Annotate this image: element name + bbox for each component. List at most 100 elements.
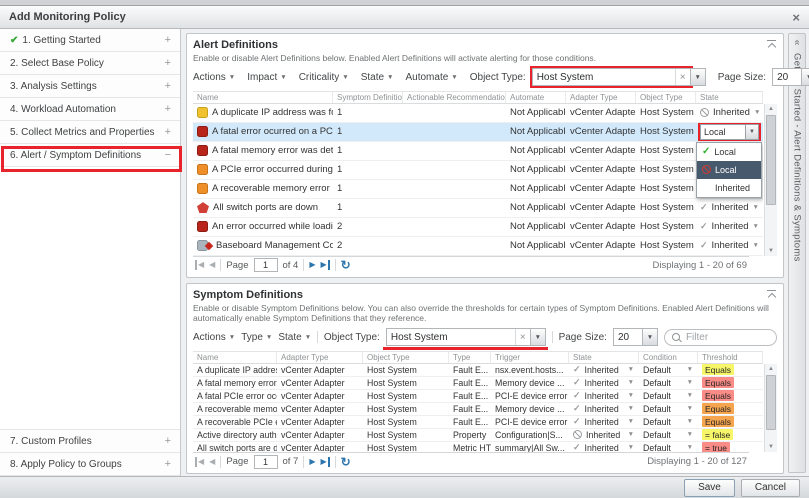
clear-icon[interactable]: ×	[675, 69, 690, 85]
chevron-down-icon[interactable]: ▼	[687, 392, 694, 399]
table-row[interactable]: An error occurred while loading VXL...2N…	[193, 218, 763, 237]
column-header-actionable-recommendations[interactable]: Actionable Recommendations	[403, 92, 506, 103]
expand-panel-icon[interactable]: «	[792, 40, 803, 46]
expander-icon[interactable]: +	[165, 57, 171, 69]
chevron-down-icon[interactable]: ▼	[687, 418, 694, 425]
prev-page-icon[interactable]: ◀	[209, 457, 215, 467]
chevron-down-icon[interactable]: ▼	[687, 366, 694, 373]
column-header-trigger[interactable]: Trigger	[491, 352, 569, 363]
last-page-icon[interactable]: ▶	[321, 260, 330, 270]
column-header-adapter-type[interactable]: Adapter Type	[566, 92, 636, 103]
chevron-down-icon[interactable]: ▼	[628, 444, 635, 451]
collapse-panel-icon[interactable]	[766, 290, 777, 300]
type-menu[interactable]: Type▼	[241, 332, 272, 343]
object-type-input[interactable]	[533, 69, 675, 85]
collapse-panel-icon[interactable]	[766, 40, 777, 50]
column-header-adapter-type[interactable]: Adapter Type	[277, 352, 363, 363]
dropdown-option-local[interactable]: Local	[697, 161, 761, 179]
combo-dropdown-button[interactable]: ▼	[531, 328, 546, 346]
column-header-threshold[interactable]: Threshold	[698, 352, 763, 363]
clear-icon[interactable]: ×	[515, 329, 530, 345]
dropdown-option-inherited[interactable]: Inherited	[697, 179, 761, 197]
table-row[interactable]: A duplicate IP addres...vCenter AdapterH…	[193, 364, 763, 377]
chevron-down-icon[interactable]: ▼	[628, 431, 635, 438]
scrollbar-thumb[interactable]	[766, 375, 776, 430]
expander-icon[interactable]: +	[165, 80, 171, 92]
sidebar-item----custom-profiles[interactable]: 7. Custom Profiles+	[0, 430, 180, 453]
sidebar-item----getting-started[interactable]: ✔1. Getting Started+	[0, 29, 180, 52]
table-row[interactable]: A duplicate IP address was found for...1…	[193, 104, 763, 123]
scroll-up-icon[interactable]: ▲	[765, 364, 777, 374]
table-row[interactable]: A fatal PCIe error occ...vCenter Adapter…	[193, 390, 763, 403]
state-menu[interactable]: State▼	[278, 332, 311, 343]
table-row[interactable]: A recoverable PCIe er...vCenter AdapterH…	[193, 416, 763, 429]
next-page-icon[interactable]: ▶	[309, 457, 315, 467]
state-menu[interactable]: State▼	[361, 72, 394, 83]
expander-icon[interactable]: +	[165, 34, 171, 46]
close-icon[interactable]: ×	[792, 11, 800, 24]
actions-menu[interactable]: Actions▼	[193, 332, 235, 343]
combo-dropdown-button[interactable]: ▼	[691, 68, 706, 86]
filter-box[interactable]: Filter	[664, 329, 777, 346]
criticality-menu[interactable]: Criticality▼	[299, 72, 349, 83]
sidebar-item----collect-metrics-and-properties[interactable]: 5. Collect Metrics and Properties+	[0, 121, 180, 144]
object-type-input[interactable]	[387, 329, 515, 345]
column-header-name[interactable]: Name	[193, 352, 277, 363]
actions-menu[interactable]: Actions▼	[193, 72, 235, 83]
next-page-icon[interactable]: ▶	[309, 260, 315, 270]
chevron-down-icon[interactable]: ▼	[628, 366, 635, 373]
combo-dropdown-button[interactable]: ▼	[643, 328, 658, 346]
scroll-up-icon[interactable]: ▲	[765, 104, 777, 114]
table-row[interactable]: A recoverable memory error has occ...1No…	[193, 180, 763, 199]
chevron-down-icon[interactable]: ▼	[687, 405, 694, 412]
scrollbar-thumb[interactable]	[766, 115, 776, 205]
column-header-state[interactable]: State	[569, 352, 639, 363]
table-row[interactable]: A PCIe error occurred during system...1N…	[193, 161, 763, 180]
expander-icon[interactable]: +	[165, 126, 171, 138]
table-row[interactable]: A fatal error ocurred on a PCIe bus d...…	[193, 123, 763, 142]
page-size-input[interactable]	[773, 69, 801, 85]
vertical-scrollbar[interactable]: ▲ ▼	[764, 104, 777, 256]
save-button[interactable]: Save	[684, 479, 735, 497]
refresh-icon[interactable]: ↻	[341, 259, 351, 271]
table-row[interactable]: Baseboard Management Control...2Not Appl…	[193, 237, 763, 256]
table-row[interactable]: A recoverable memor...vCenter AdapterHos…	[193, 403, 763, 416]
combo-dropdown-button[interactable]: ▼	[802, 68, 809, 86]
chevron-down-icon[interactable]: ▼	[753, 242, 760, 249]
chevron-down-icon[interactable]: ▼	[687, 379, 694, 386]
chevron-down-icon[interactable]: ▼	[628, 418, 635, 425]
chevron-down-icon[interactable]: ▼	[753, 204, 760, 211]
first-page-icon[interactable]: ◀	[195, 457, 204, 467]
column-header-name[interactable]: Name	[193, 92, 333, 103]
chevron-down-icon[interactable]: ▼	[754, 109, 761, 116]
column-header-type[interactable]: Type	[449, 352, 491, 363]
table-row[interactable]: All switch ports are do...vCenter Adapte…	[193, 442, 763, 452]
sidebar-item----apply-policy-to-groups[interactable]: 8. Apply Policy to Groups+	[0, 453, 180, 476]
expander-icon[interactable]: +	[165, 103, 171, 115]
refresh-icon[interactable]: ↻	[341, 456, 351, 468]
chevron-down-icon[interactable]: ▼	[753, 223, 760, 230]
first-page-icon[interactable]: ◀	[195, 260, 204, 270]
chevron-down-icon[interactable]: ▼	[628, 379, 635, 386]
combo-dropdown-button[interactable]: ▼	[745, 124, 759, 140]
table-row[interactable]: Active directory authe...vCenter Adapter…	[193, 429, 763, 442]
automate-menu[interactable]: Automate▼	[405, 72, 457, 83]
sidebar-item----workload-automation[interactable]: 4. Workload Automation+	[0, 98, 180, 121]
column-header-object-type[interactable]: Object Type	[363, 352, 449, 363]
expander-icon[interactable]: −	[165, 149, 171, 161]
table-row[interactable]: A fatal memory error o...vCenter Adapter…	[193, 377, 763, 390]
page-size-input[interactable]	[614, 329, 642, 345]
column-header-object-type[interactable]: Object Type	[636, 92, 696, 103]
expander-icon[interactable]: +	[165, 458, 171, 470]
dropdown-option-local[interactable]: ✓Local	[697, 143, 761, 161]
table-row[interactable]: All switch ports are down1Not Applicable…	[193, 199, 763, 218]
column-header-symptom-definitions[interactable]: Symptom Definitions	[333, 92, 403, 103]
impact-menu[interactable]: Impact▼	[247, 72, 286, 83]
last-page-icon[interactable]: ▶	[321, 457, 330, 467]
chevron-down-icon[interactable]: ▼	[687, 444, 694, 451]
sidebar-item----alert---symptom-definitions[interactable]: 6. Alert / Symptom Definitions−	[0, 144, 180, 167]
prev-page-icon[interactable]: ◀	[209, 260, 215, 270]
scroll-down-icon[interactable]: ▼	[765, 442, 777, 452]
cancel-button[interactable]: Cancel	[741, 479, 800, 497]
column-header-state[interactable]: State	[696, 92, 763, 103]
